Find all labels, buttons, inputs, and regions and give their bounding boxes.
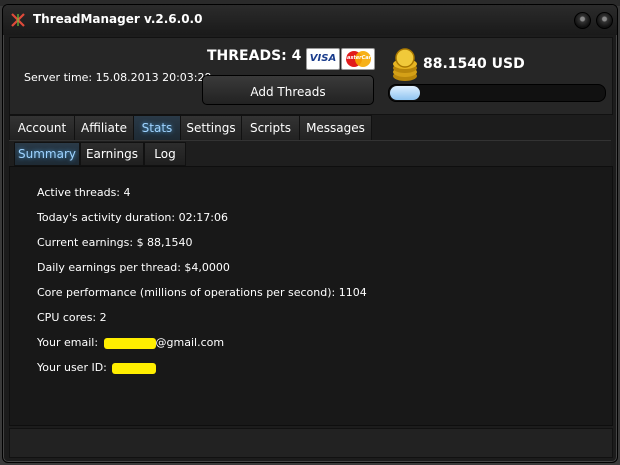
core-performance: Core performance (millions of operations… bbox=[37, 286, 367, 299]
cpu-cores: CPU cores: 2 bbox=[37, 311, 107, 324]
tab-affiliate[interactable]: Affiliate bbox=[74, 115, 134, 140]
app-window: ThreadManager v.2.6.0.0 Server time: 15.… bbox=[2, 4, 618, 463]
app-logo-icon bbox=[11, 13, 25, 27]
window-title: ThreadManager v.2.6.0.0 bbox=[33, 12, 203, 26]
close-button[interactable] bbox=[596, 12, 613, 29]
tab-scripts[interactable]: Scripts bbox=[241, 115, 300, 140]
tab-stats[interactable]: Stats bbox=[133, 115, 181, 140]
header-panel: Server time: 15.08.2013 20:03:29 THREADS… bbox=[9, 37, 613, 115]
user-id-label: Your user ID: bbox=[37, 361, 107, 374]
status-bar bbox=[9, 428, 613, 458]
tab-settings[interactable]: Settings bbox=[180, 115, 242, 140]
tab-messages[interactable]: Messages bbox=[299, 115, 372, 140]
user-id-row: Your user ID: bbox=[37, 361, 157, 374]
subtab-earnings[interactable]: Earnings bbox=[80, 142, 144, 166]
earnings-progress-bar bbox=[388, 84, 606, 102]
server-time: Server time: 15.08.2013 20:03:29 bbox=[24, 71, 212, 84]
subtab-summary[interactable]: Summary bbox=[14, 142, 80, 166]
sub-tabs: Summary Earnings Log bbox=[9, 140, 611, 166]
active-threads: Active threads: 4 bbox=[37, 186, 131, 199]
add-threads-button[interactable]: Add Threads bbox=[202, 75, 374, 105]
minimize-button[interactable] bbox=[574, 12, 591, 29]
tab-account[interactable]: Account bbox=[9, 115, 75, 140]
email-label: Your email: bbox=[37, 336, 99, 349]
mastercard-logo: MasterCard bbox=[341, 48, 375, 70]
main-tabs: Account Affiliate Stats Settings Scripts… bbox=[9, 115, 611, 140]
summary-panel: Active threads: 4 Today's activity durat… bbox=[9, 166, 613, 426]
titlebar[interactable]: ThreadManager v.2.6.0.0 bbox=[3, 5, 617, 35]
activity-duration: Today's activity duration: 02:17:06 bbox=[37, 211, 229, 224]
coins-icon bbox=[393, 48, 417, 81]
redacted-user-id bbox=[112, 362, 157, 374]
email-row: Your email: @gmail.com bbox=[37, 336, 224, 349]
progress-fill bbox=[390, 86, 421, 100]
current-earnings: Current earnings: $ 88,1540 bbox=[37, 236, 193, 249]
visa-logo: VISA bbox=[306, 48, 340, 70]
subtab-log[interactable]: Log bbox=[144, 142, 186, 166]
threads-count: THREADS: 4 bbox=[207, 48, 302, 64]
email-domain: @gmail.com bbox=[155, 336, 225, 349]
daily-earnings-per-thread: Daily earnings per thread: $4,0000 bbox=[37, 261, 230, 274]
balance-amount: 88.1540 USD bbox=[423, 56, 525, 72]
redacted-email-user bbox=[103, 337, 156, 349]
